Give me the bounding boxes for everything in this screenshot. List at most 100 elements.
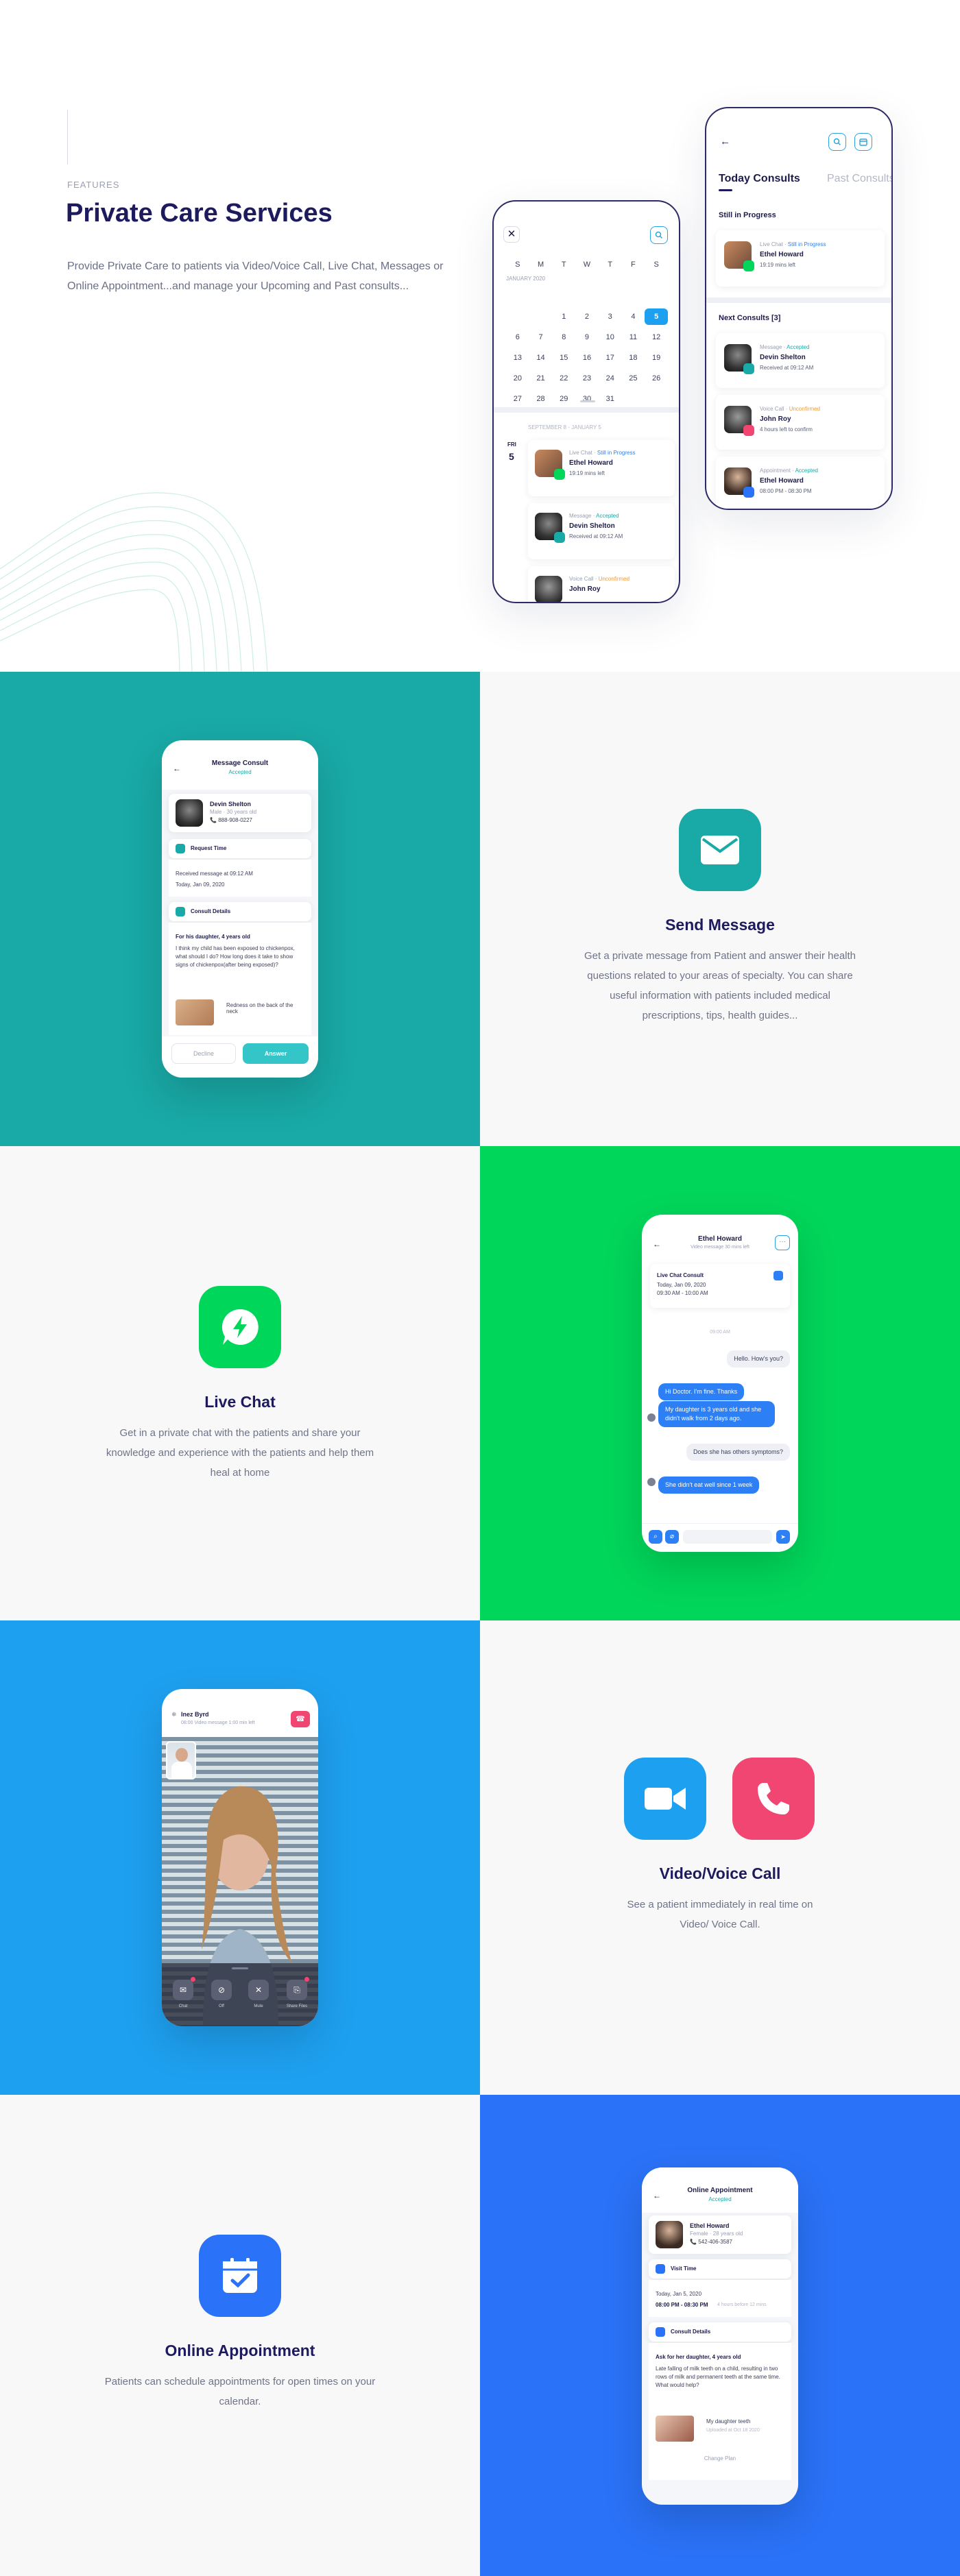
attachment-caption: My daughter teeth: [706, 2418, 751, 2425]
calendar-day[interactable]: 9: [575, 329, 599, 345]
message-badge-icon: [554, 532, 565, 543]
consult-label: Consult Details: [191, 908, 231, 914]
calendar-day[interactable]: 22: [552, 370, 575, 387]
list-item[interactable]: Message · Accepted Devin Shelton Receive…: [528, 503, 675, 559]
decline-button[interactable]: Decline: [171, 1043, 236, 1064]
calendar-icon[interactable]: [854, 133, 872, 151]
list-item[interactable]: Live Chat · Still in Progress Ethel Howa…: [528, 440, 675, 496]
list-range: SEPTEMBER 8 - JANUARY 5: [528, 424, 601, 430]
calendar-day[interactable]: 6: [506, 329, 529, 345]
calendar-day[interactable]: 15: [552, 350, 575, 366]
calendar-day[interactable]: 29: [552, 391, 575, 407]
calendar-day[interactable]: 5: [645, 308, 668, 325]
calendar-day[interactable]: 13: [506, 350, 529, 366]
message-input[interactable]: [683, 1530, 772, 1544]
calendar-day-empty: [529, 288, 553, 304]
chat-badge-icon: [773, 1271, 783, 1280]
change-plan-button[interactable]: Change Plan: [642, 2455, 798, 2462]
request-line: Received message at 09:12 AM: [176, 871, 253, 877]
list-item[interactable]: Voice Call · Unconfirmed John Roy: [528, 566, 675, 602]
calendar-day[interactable]: 24: [599, 370, 622, 387]
divider: [494, 407, 679, 413]
patient-name: Devin Shelton: [210, 801, 252, 807]
calendar-day[interactable]: 20: [506, 370, 529, 387]
calendar-day[interactable]: 8: [552, 329, 575, 345]
chat-phone-section: ← Ethel Howard Video message 30 mins lef…: [480, 1146, 960, 1620]
calendar-day[interactable]: 27: [506, 391, 529, 407]
item-detail: 08:00 PM - 08:30 PM: [760, 488, 812, 494]
calendar-day[interactable]: 30: [575, 391, 599, 407]
calendar-day[interactable]: 18: [622, 350, 645, 366]
calendar-day[interactable]: 23: [575, 370, 599, 387]
attachment-thumbnail[interactable]: [656, 2416, 694, 2442]
calendar-day[interactable]: 28: [529, 391, 553, 407]
search-icon[interactable]: [828, 133, 846, 151]
calendar-check-icon: [199, 2235, 281, 2317]
calendar-day[interactable]: 17: [599, 350, 622, 366]
calendar-day[interactable]: 31: [599, 391, 622, 407]
camera-off-icon[interactable]: ⊘: [211, 1980, 232, 2000]
chat-icon[interactable]: ✉: [173, 1980, 193, 2000]
chat-phone: ← Ethel Howard Video message 30 mins lef…: [642, 1215, 798, 1552]
tab-today[interactable]: Today Consults: [719, 173, 800, 185]
calendar-day[interactable]: 11: [622, 329, 645, 345]
end-call-icon[interactable]: ☎: [291, 1711, 310, 1727]
calendar-day[interactable]: 2: [575, 308, 599, 325]
calendar-day[interactable]: 1: [552, 308, 575, 325]
close-icon[interactable]: ✕: [503, 226, 520, 243]
appointment-section: Online Appointment Patients can schedule…: [0, 2095, 480, 2576]
message-badge-icon: [743, 363, 754, 374]
answer-button[interactable]: Answer: [243, 1043, 309, 1064]
feature-title: Send Message: [665, 916, 775, 934]
calendar-day[interactable]: 4: [622, 308, 645, 325]
search-icon[interactable]: [650, 226, 668, 244]
list-item[interactable]: Voice Call · Unconfirmed John Roy 4 hour…: [716, 395, 885, 450]
calendar-day[interactable]: 21: [529, 370, 553, 387]
back-arrow-icon[interactable]: ←: [720, 136, 730, 147]
section-kicker: FEATURES: [67, 180, 120, 190]
calendar-day[interactable]: 3: [599, 308, 622, 325]
patient-phone: 📞 888-908-0227: [210, 817, 253, 823]
calendar-day[interactable]: 14: [529, 350, 553, 366]
calendar-day[interactable]: 7: [529, 329, 553, 345]
list-item[interactable]: Message · Accepted Devin Shelton Receive…: [716, 333, 885, 388]
drag-handle[interactable]: [580, 400, 595, 402]
list-item[interactable]: Live Chat · Still in Progress Ethel Howa…: [716, 230, 885, 287]
attach-icon[interactable]: ⌀: [665, 1530, 679, 1544]
attachment-thumbnail[interactable]: [176, 999, 214, 1025]
patient-name: Devin Shelton: [569, 522, 615, 530]
call-controls: ✉ ⊘ ✕ ⎘ Chat Off Mute Share Files: [162, 1963, 318, 2026]
chat-badge-icon: [743, 260, 754, 271]
mute-icon[interactable]: ✕: [248, 1980, 269, 2000]
send-icon[interactable]: ➤: [776, 1530, 790, 1544]
request-label: Request Time: [191, 845, 227, 851]
divider-line: [67, 110, 68, 165]
send-message-section: Send Message Get a private message from …: [480, 672, 960, 1146]
visit-label: Visit Time: [671, 2265, 697, 2272]
calendar-day[interactable]: 19: [645, 350, 668, 366]
share-files-icon[interactable]: ⎘: [287, 1980, 307, 2000]
feature-description: Get in a private chat with the patients …: [106, 1427, 374, 1479]
calendar-day[interactable]: 12: [645, 329, 668, 345]
chat-message: Hello. How's you?: [727, 1350, 790, 1368]
tab-past[interactable]: Past Consults: [827, 173, 891, 185]
live-chat-section: Live Chat Get in a private chat with the…: [0, 1146, 480, 1620]
visit-time-header: Visit Time: [649, 2259, 791, 2279]
weekday: T: [608, 260, 613, 269]
more-options-icon[interactable]: ···: [775, 1235, 790, 1250]
status-badge: Accepted: [228, 769, 252, 775]
calendar-day[interactable]: 26: [645, 370, 668, 387]
calendar-day[interactable]: 25: [622, 370, 645, 387]
chat-bolt-icon: [199, 1286, 281, 1368]
card-date: Today, Jan 09, 2020: [657, 1282, 706, 1288]
list-item[interactable]: Appointment · Accepted Ethel Howard 08:0…: [716, 457, 885, 509]
consults-phone: ← Today Consults Past Consults Still in …: [705, 107, 893, 510]
search-icon[interactable]: ⌕: [649, 1530, 662, 1544]
calendar-day[interactable]: 10: [599, 329, 622, 345]
consult-type: Message · Accepted: [569, 513, 619, 519]
section-heading: Next Consults [3]: [719, 314, 781, 322]
doctor-thumbnail[interactable]: [166, 1741, 196, 1779]
calendar-day[interactable]: 16: [575, 350, 599, 366]
patient-phone: 📞 542-406-3587: [690, 2239, 733, 2245]
feature-description: Get a private message from Patient and a…: [584, 950, 856, 1021]
